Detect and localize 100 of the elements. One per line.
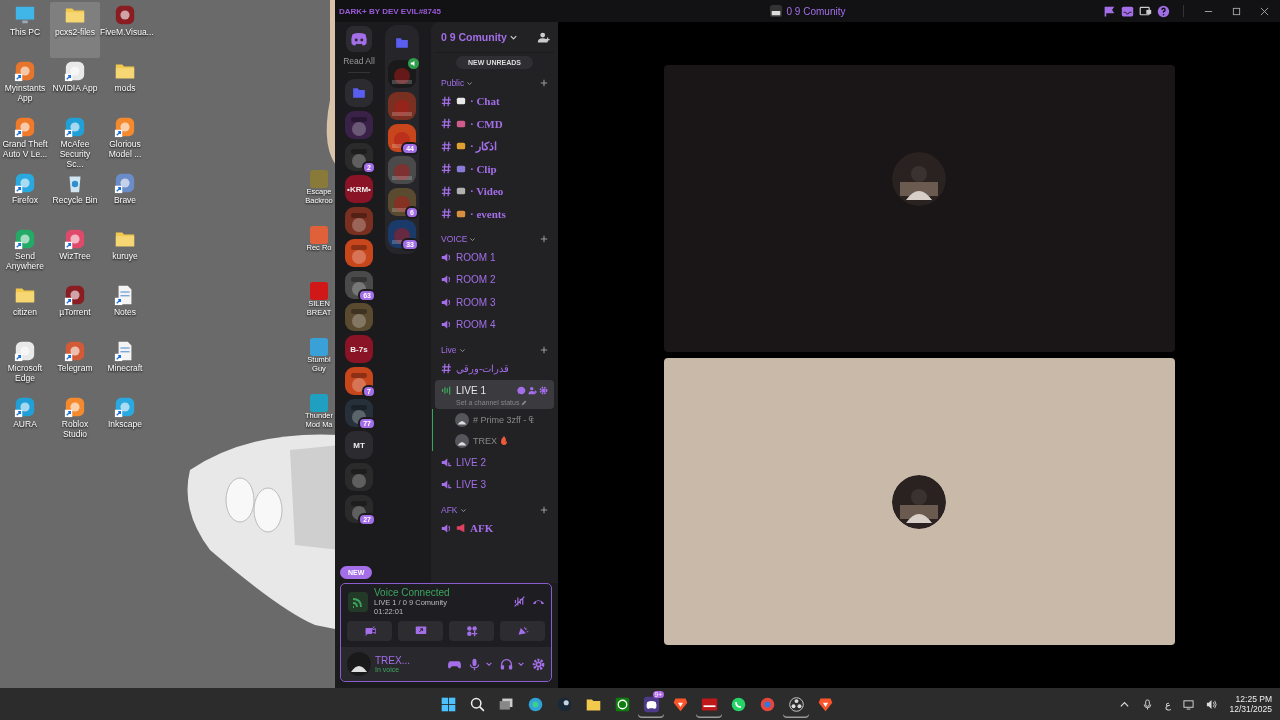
- screen-share-button[interactable]: [398, 621, 443, 641]
- app-icon: [310, 226, 328, 244]
- desktop-icon[interactable]: mods: [100, 58, 150, 114]
- channel-item[interactable]: · CMD: [435, 112, 554, 135]
- desktop-icon[interactable]: Inkscape: [100, 394, 150, 450]
- category-header[interactable]: VOICE: [441, 234, 468, 244]
- camera-off-button[interactable]: [347, 621, 392, 641]
- channel-item[interactable]: LIVE 2: [435, 451, 554, 474]
- server-icon[interactable]: [388, 60, 416, 88]
- server-folder[interactable]: [345, 79, 373, 107]
- desktop-icon[interactable]: Send Anywhere: [0, 226, 50, 282]
- app-icon: [310, 282, 328, 300]
- screen-icon[interactable]: [1139, 4, 1152, 18]
- maximize-icon[interactable]: [1232, 6, 1241, 16]
- add-member-icon[interactable]: [537, 30, 550, 44]
- camera-off-icon: [363, 625, 376, 637]
- server-icon[interactable]: [345, 239, 373, 267]
- language-indicator[interactable]: ع: [1165, 698, 1172, 710]
- category-header[interactable]: AFK: [441, 505, 458, 515]
- video-tile[interactable]: [663, 65, 1175, 352]
- clock[interactable]: 12:25 PM 12/31/2025: [1229, 694, 1272, 714]
- channel-item[interactable]: ROOM 3: [435, 291, 554, 314]
- microphone-icon[interactable]: [1142, 698, 1154, 710]
- help-icon[interactable]: [1157, 4, 1170, 18]
- channel-item[interactable]: · events: [435, 202, 554, 225]
- channel-item[interactable]: AFK: [435, 517, 554, 540]
- chat-bubble-icon[interactable]: [517, 386, 526, 396]
- add-channel-icon[interactable]: [540, 79, 548, 87]
- server-icon[interactable]: [345, 207, 373, 235]
- desktop-icon[interactable]: Microsoft Edge: [0, 338, 50, 394]
- chevron-down-icon[interactable]: [466, 79, 474, 87]
- desktop-icon[interactable]: Telegram: [50, 338, 100, 394]
- desktop-icon[interactable]: Notes: [100, 282, 150, 338]
- emoji-icon: [456, 96, 466, 107]
- channel-item[interactable]: · Video: [435, 180, 554, 203]
- server-icon[interactable]: MT: [345, 431, 373, 459]
- emoji-icon: [456, 163, 466, 174]
- channel-item[interactable]: قدرات-ورقي: [435, 357, 554, 380]
- video-tile[interactable]: [663, 358, 1175, 645]
- volume-icon[interactable]: [1206, 698, 1218, 710]
- screen-share-icon: [414, 625, 427, 637]
- desktop-icon[interactable]: WizTree: [50, 226, 100, 282]
- chevron-down-icon[interactable]: [458, 346, 466, 354]
- voice-member[interactable]: # Prime 3zff - ₠: [455, 409, 554, 430]
- caret-icon[interactable]: [485, 660, 493, 668]
- desktop-icon[interactable]: µTorrent: [50, 282, 100, 338]
- desktop-icon[interactable]: kuruye: [100, 226, 150, 282]
- caret-icon[interactable]: [517, 660, 525, 668]
- desktop-icon[interactable]: Glorious Model ...: [100, 114, 150, 170]
- channel-item[interactable]: ROOM 4: [435, 313, 554, 336]
- desktop-icon[interactable]: citizen: [0, 282, 50, 338]
- channel-item[interactable]: · اذكار: [435, 135, 554, 158]
- server-name-button[interactable]: 0 9 Comunity: [441, 31, 507, 43]
- desktop-icon[interactable]: McAfee Security Sc...: [50, 114, 100, 170]
- headphones-icon[interactable]: [500, 657, 513, 671]
- settings-icon[interactable]: [532, 657, 545, 671]
- desktop-icon[interactable]: Grand Theft Auto V Le...: [0, 114, 50, 170]
- add-channel-icon[interactable]: [540, 506, 548, 514]
- hashtag-icon: [441, 185, 452, 197]
- desktop-icon[interactable]: pcxs2-files: [50, 2, 100, 58]
- pencil-icon[interactable]: [521, 399, 528, 406]
- server-icon[interactable]: B-7s: [345, 335, 373, 363]
- desktop-icon[interactable]: This PC: [0, 2, 50, 58]
- server-icon[interactable]: [345, 303, 373, 331]
- activities-button[interactable]: [449, 621, 494, 641]
- category-header[interactable]: Live: [441, 345, 457, 355]
- desktop-icon[interactable]: Brave: [100, 170, 150, 226]
- desktop-icon[interactable]: Roblox Studio: [50, 394, 100, 450]
- read-all-button[interactable]: Read All: [343, 56, 375, 66]
- desktop-icon[interactable]: Recycle Bin: [50, 170, 100, 226]
- discord-logo-icon[interactable]: [346, 26, 372, 52]
- channel-item[interactable]: ROOM 1: [435, 246, 554, 269]
- channel-item[interactable]: LIVE 3: [435, 473, 554, 496]
- shapes-icon: [465, 625, 478, 637]
- channel-item[interactable]: · Chat: [435, 90, 554, 113]
- flag-icon[interactable]: [1103, 4, 1116, 18]
- add-channel-icon[interactable]: [540, 235, 548, 243]
- add-channel-icon[interactable]: [540, 346, 548, 354]
- date-text: 12/31/2025: [1229, 704, 1272, 714]
- desktop-icon[interactable]: NVIDIA App: [50, 58, 100, 114]
- server-icon[interactable]: •KRM•: [345, 175, 373, 203]
- emoji-icon: [456, 118, 466, 129]
- inbox-icon[interactable]: [1121, 4, 1134, 18]
- chevron-down-icon[interactable]: [459, 506, 467, 514]
- channel-item[interactable]: ROOM 2: [435, 268, 554, 291]
- chevron-down-icon[interactable]: [469, 235, 477, 243]
- desktop-icon[interactable]: AURA: [0, 394, 50, 450]
- close-icon[interactable]: [1260, 6, 1269, 16]
- channel-item[interactable]: · Clip: [435, 157, 554, 180]
- desktop-icon[interactable]: Minecraft: [100, 338, 150, 394]
- emoji-icon: [456, 141, 466, 152]
- category-header[interactable]: Public: [441, 78, 465, 88]
- desktop-icon[interactable]: Myinstants App: [0, 58, 50, 114]
- microphone-icon[interactable]: [468, 657, 481, 671]
- noise-suppression-icon[interactable]: [513, 595, 526, 608]
- soundboard-button[interactable]: [500, 621, 545, 641]
- network-icon[interactable]: [1183, 698, 1195, 710]
- voice-member[interactable]: TREX: [455, 430, 554, 451]
- desktop-icon[interactable]: Firefox: [0, 170, 50, 226]
- settings-icon[interactable]: [539, 386, 548, 396]
